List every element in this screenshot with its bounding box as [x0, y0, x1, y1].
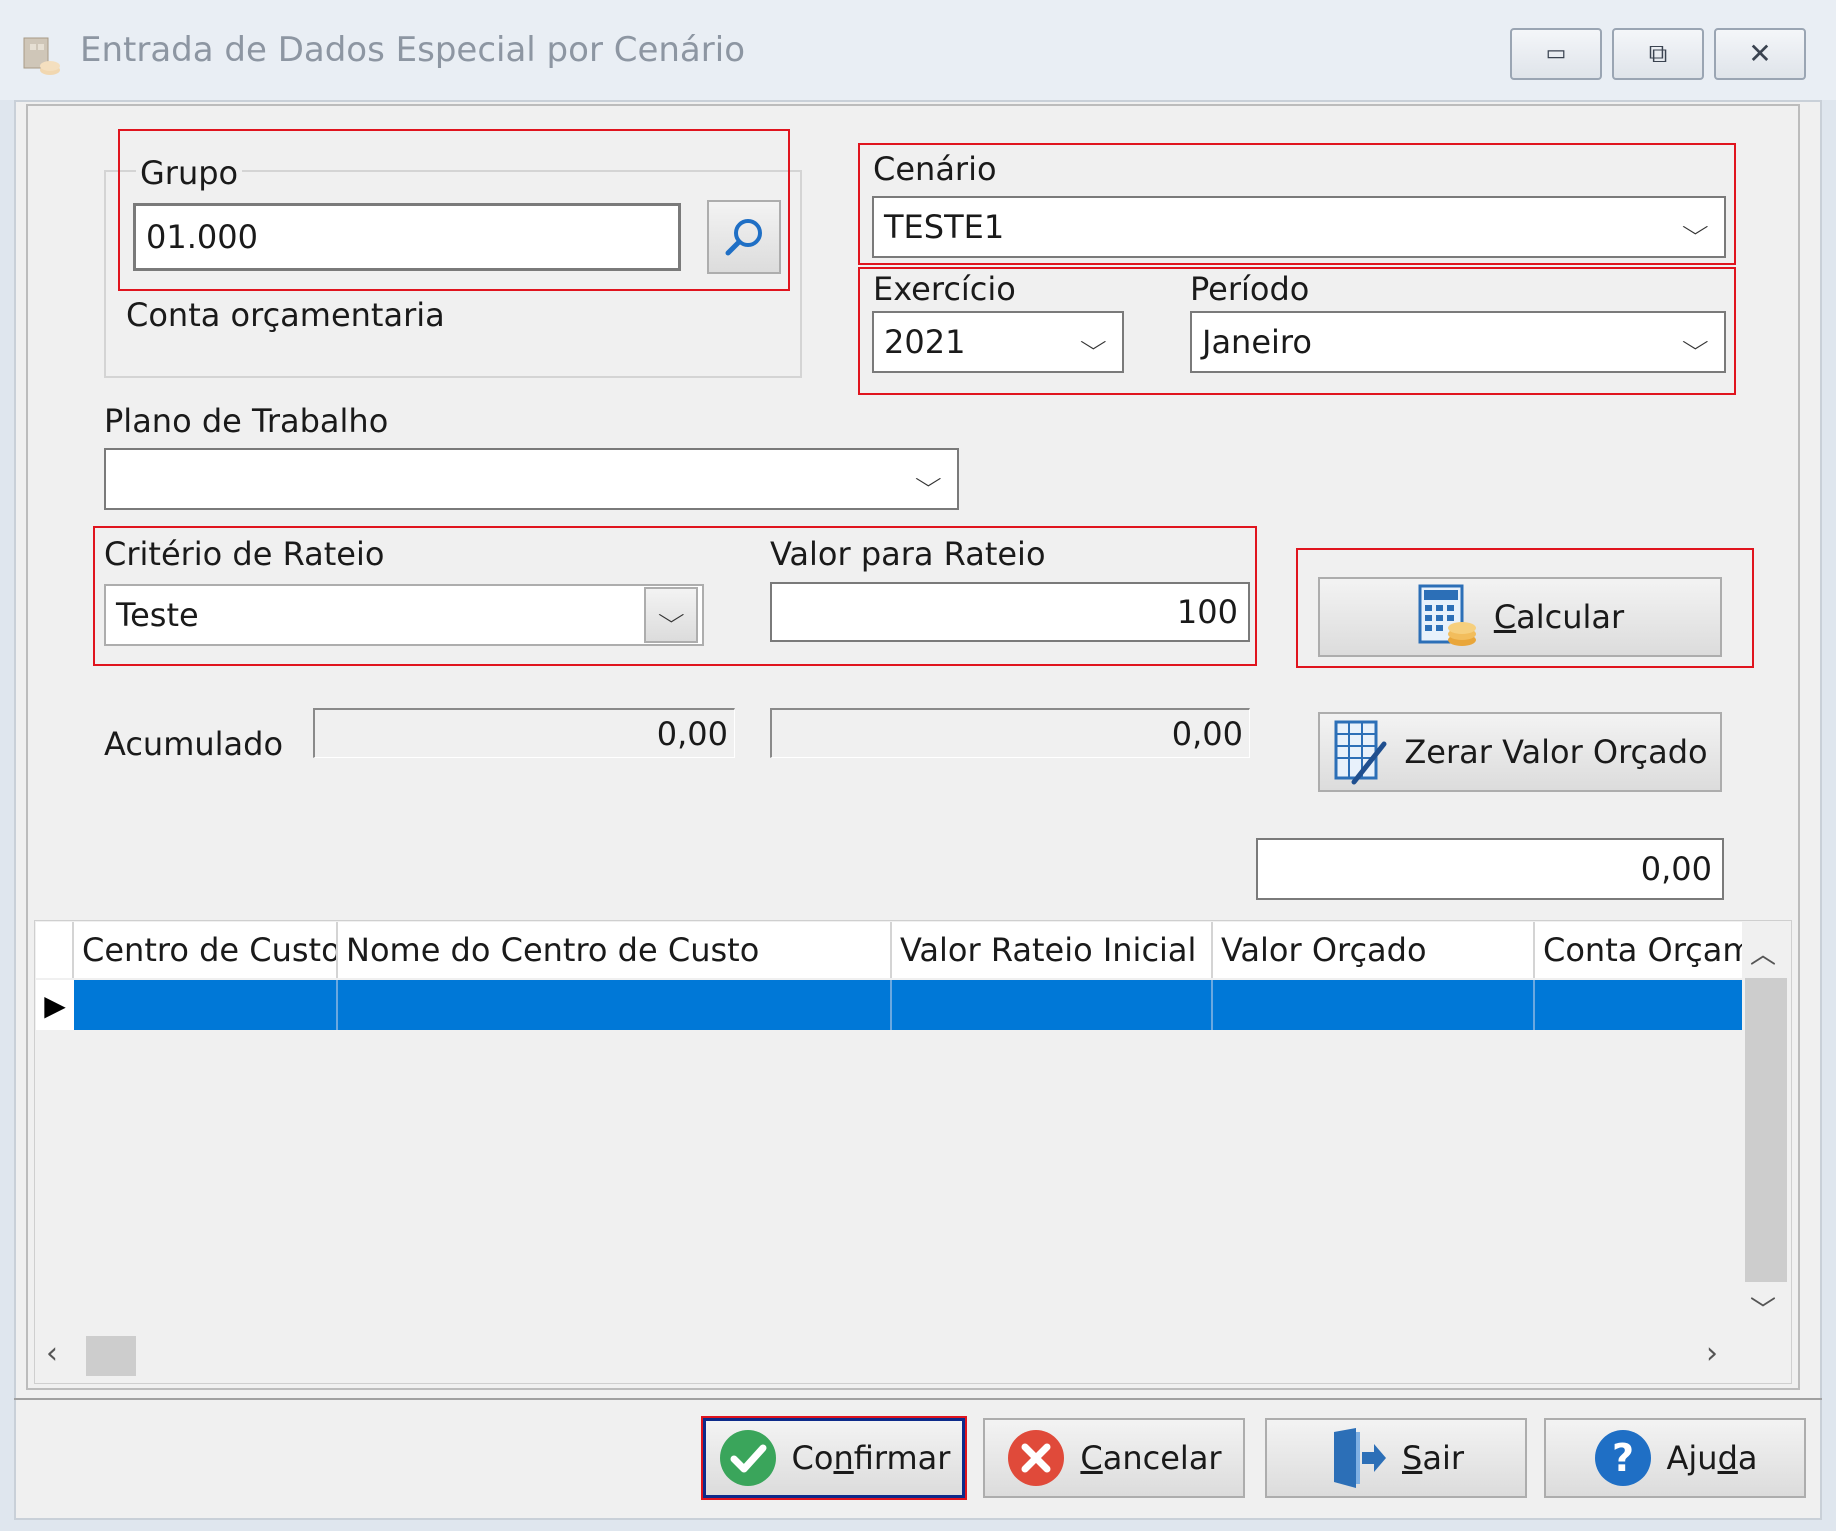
table-cell[interactable] — [1213, 980, 1535, 1030]
restore-button[interactable]: ⧉ — [1612, 28, 1704, 80]
ajuda-button[interactable]: ? Ajuda — [1544, 1418, 1806, 1498]
criterio-rateio-label: Critério de Rateio — [104, 535, 385, 573]
calcular-button[interactable]: Calcular — [1318, 577, 1722, 657]
chevron-down-icon: ⌵ — [657, 602, 685, 628]
scroll-down-icon[interactable]: ﹀ — [1750, 1290, 1776, 1327]
help-icon: ? — [1594, 1430, 1651, 1486]
exercicio-select[interactable]: 2021 ⌵ — [872, 311, 1124, 373]
criterio-rateio-value: Teste — [116, 596, 199, 634]
svg-text:?: ? — [1611, 1436, 1633, 1480]
restore-icon: ⧉ — [1648, 39, 1668, 69]
criterio-rateio-dropdown-button[interactable]: ⌵ — [644, 587, 698, 643]
chevron-down-icon: ⌵ — [1682, 214, 1710, 240]
confirmar-button[interactable]: Confirmar — [701, 1416, 967, 1500]
conta-orcamentaria-label: Conta orçamentaria — [126, 296, 445, 334]
grid-eraser-icon — [1334, 720, 1387, 785]
acumulado-value-2: 0,00 — [770, 708, 1250, 758]
minimize-button[interactable]: ▭ — [1510, 28, 1602, 80]
cancelar-label: Cancelar — [1080, 1439, 1222, 1477]
cenario-select[interactable]: TESTE1 ⌵ — [872, 196, 1726, 258]
exit-door-icon — [1334, 1428, 1387, 1488]
close-icon: ✕ — [1748, 37, 1772, 70]
minimize-icon: ▭ — [1545, 41, 1567, 66]
column-header-valor-rateio-inicial[interactable]: Valor Rateio Inicial — [892, 922, 1213, 978]
cancelar-button[interactable]: Cancelar — [983, 1418, 1245, 1498]
chevron-down-icon: ⌵ — [1080, 329, 1108, 355]
acumulado-label: Acumulado — [104, 725, 284, 763]
scroll-up-icon[interactable]: ︿ — [1750, 934, 1776, 971]
grid-corner — [36, 922, 74, 978]
sair-button[interactable]: Sair — [1265, 1418, 1527, 1498]
scroll-right-icon[interactable]: › — [1706, 1336, 1718, 1371]
app-icon — [23, 37, 60, 75]
periodo-label: Período — [1190, 270, 1310, 308]
zerar-valor-orcado-button[interactable]: Zerar Valor Orçado — [1318, 712, 1722, 792]
periodo-select[interactable]: Janeiro ⌵ — [1190, 311, 1726, 373]
confirmar-label: Confirmar — [791, 1439, 951, 1477]
plano-trabalho-label: Plano de Trabalho — [104, 402, 389, 440]
table-cell[interactable] — [74, 980, 338, 1030]
check-icon — [719, 1430, 776, 1486]
table-cell[interactable] — [892, 980, 1213, 1030]
column-header-centro-custo[interactable]: Centro de Custo — [74, 922, 338, 978]
search-icon — [725, 219, 762, 256]
scroll-left-icon[interactable]: ‹ — [46, 1336, 58, 1371]
calculator-icon — [1418, 584, 1476, 646]
window-title: Entrada de Dados Especial por Cenário — [80, 30, 745, 70]
criterio-rateio-select[interactable]: Teste ⌵ — [104, 584, 704, 646]
close-window-button[interactable]: ✕ — [1714, 28, 1806, 80]
column-header-conta-orcam[interactable]: Conta Orçam — [1535, 922, 1742, 978]
current-row-arrow-icon: ▶ — [44, 988, 66, 1022]
valor-rateio-input[interactable]: 100 — [770, 582, 1250, 642]
periodo-value: Janeiro — [1202, 323, 1312, 361]
grupo-input[interactable]: 01.000 — [133, 203, 681, 271]
separator — [14, 1398, 1822, 1400]
zerar-label: Zerar Valor Orçado — [1404, 733, 1708, 771]
row-indicator: ▶ — [36, 980, 74, 1030]
valor-rateio-label: Valor para Rateio — [770, 535, 1046, 573]
cenario-value: TESTE1 — [884, 208, 1005, 246]
column-header-nome-centro-custo[interactable]: Nome do Centro de Custo — [338, 922, 892, 978]
horizontal-scroll-thumb[interactable] — [86, 1336, 136, 1376]
exercicio-value: 2021 — [884, 323, 966, 361]
plano-trabalho-select[interactable]: ⌵ — [104, 448, 959, 510]
vertical-scroll-thumb[interactable] — [1745, 978, 1787, 1282]
horizontal-scrollbar[interactable] — [36, 1332, 1742, 1380]
grupo-label: Grupo — [136, 154, 243, 192]
acumulado-value-1: 0,00 — [313, 708, 735, 758]
calcular-label: Calcular — [1493, 598, 1625, 636]
grupo-search-button[interactable] — [707, 200, 781, 274]
exercicio-label: Exercício — [873, 270, 1016, 308]
chevron-down-icon: ⌵ — [915, 466, 943, 492]
cenario-label: Cenário — [873, 150, 997, 188]
total-value-input: 0,00 — [1256, 838, 1724, 900]
chevron-down-icon: ⌵ — [1682, 329, 1710, 355]
cancel-icon — [1008, 1430, 1065, 1486]
column-header-valor-orcado[interactable]: Valor Orçado — [1213, 922, 1535, 978]
ajuda-label: Ajuda — [1666, 1439, 1758, 1477]
table-cell[interactable] — [338, 980, 892, 1030]
sair-label: Sair — [1402, 1439, 1464, 1477]
